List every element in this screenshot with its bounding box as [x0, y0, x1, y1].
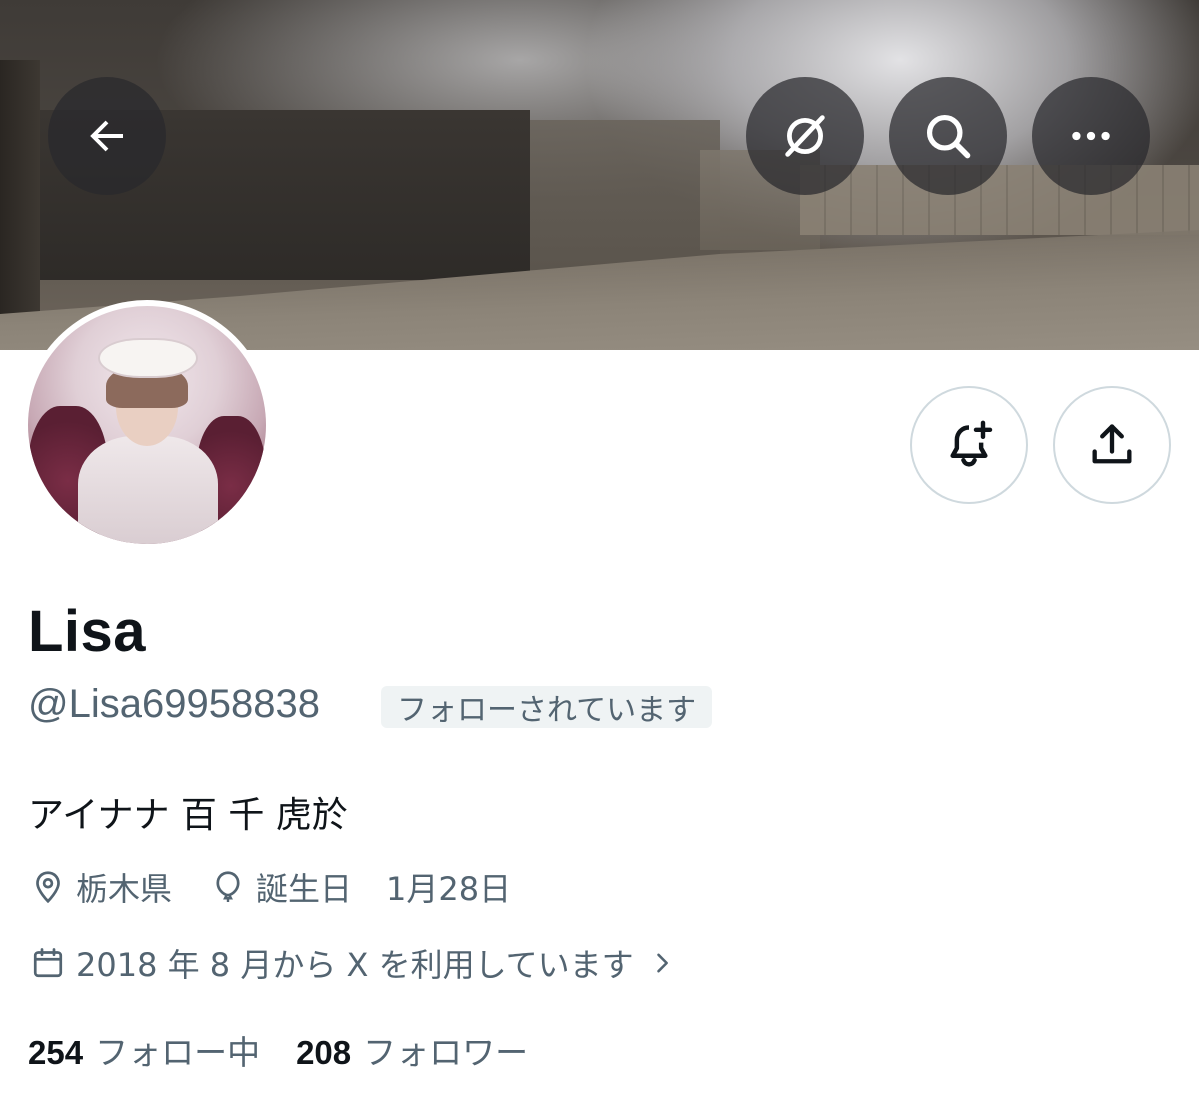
- search-icon: [926, 114, 971, 159]
- search-button[interactable]: [889, 77, 1007, 195]
- joined-row[interactable]: 2018 年 8 月から X を利用しています: [28, 940, 690, 986]
- follows-you-label: フォローされています: [397, 693, 697, 728]
- arrow-left-icon: [90, 120, 123, 152]
- bell-plus-icon: [950, 420, 993, 467]
- banner-wall: [0, 60, 40, 350]
- location-pin-icon: [28, 867, 68, 907]
- following-count[interactable]: 254: [28, 1034, 83, 1072]
- birthday-value: 1月28日: [386, 870, 512, 908]
- location-text: 栃木県: [76, 870, 173, 908]
- more-horizontal-icon: [1072, 131, 1110, 141]
- chevron-right-icon: [642, 943, 682, 983]
- followers-label[interactable]: フォロワー: [363, 1026, 528, 1074]
- banner-brick-wall: [800, 165, 1199, 235]
- profile-banner[interactable]: [0, 0, 1199, 350]
- grok-icon: [785, 115, 825, 157]
- profile-avatar[interactable]: [22, 300, 272, 550]
- more-button[interactable]: [1032, 77, 1150, 195]
- user-handle: @Lisa69958838: [28, 682, 320, 726]
- following-label[interactable]: フォロー中: [95, 1026, 260, 1074]
- follow-stats: 254 フォロー中 208 フォロワー: [28, 1026, 564, 1074]
- back-button[interactable]: [48, 77, 166, 195]
- calendar-icon: [28, 943, 68, 983]
- grok-button[interactable]: [746, 77, 864, 195]
- share-button[interactable]: [1053, 386, 1171, 504]
- share-upload-icon: [1092, 424, 1132, 464]
- joined-text: 2018 年 8 月から X を利用しています: [76, 946, 634, 984]
- birthday-label: 誕生日: [256, 870, 353, 908]
- notify-button[interactable]: [910, 386, 1028, 504]
- balloon-icon: [208, 867, 248, 907]
- followers-count[interactable]: 208: [296, 1034, 351, 1072]
- display-name: Lisa: [28, 599, 147, 664]
- profile-bio: アイナナ 百 千 虎於: [28, 795, 348, 836]
- banner-shape: [530, 120, 720, 270]
- avatar-image: [28, 306, 266, 544]
- follows-you-badge: フォローされています: [381, 686, 713, 728]
- profile-meta-row: 栃木県 誕生日 1月28日: [28, 864, 511, 910]
